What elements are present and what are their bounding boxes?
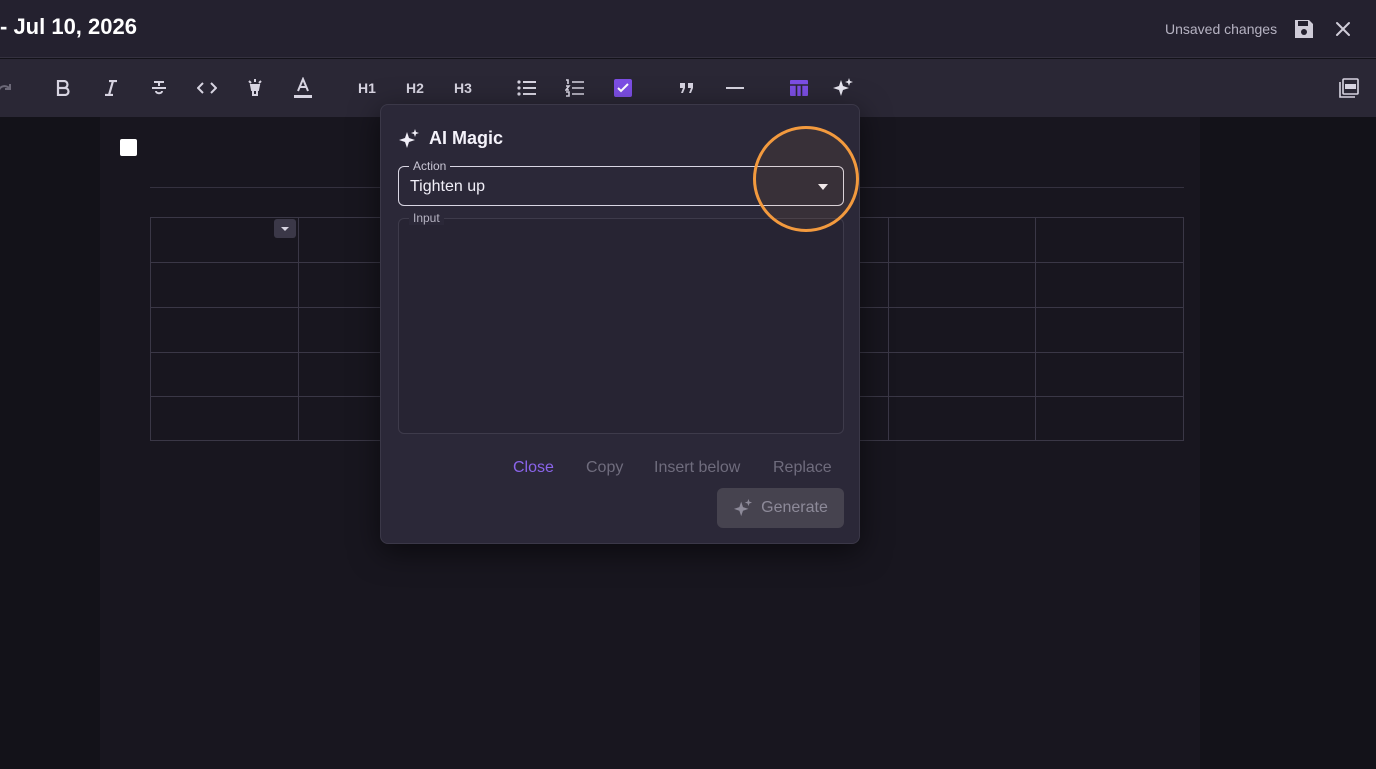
horizontal-rule-icon[interactable] xyxy=(722,75,748,101)
table-column-divider xyxy=(298,218,299,440)
redo-icon[interactable] xyxy=(0,75,18,101)
cell-menu-button[interactable] xyxy=(274,219,296,238)
unsaved-status: Unsaved changes xyxy=(1165,21,1278,37)
input-textarea[interactable]: Input xyxy=(398,211,844,434)
copy-button[interactable]: Copy xyxy=(586,459,623,477)
generate-button[interactable]: Generate xyxy=(717,488,844,528)
heading-1-button[interactable]: H1 xyxy=(354,75,380,101)
page-title: - Jul 10, 2026 xyxy=(0,14,137,39)
action-value: Tighten up xyxy=(410,178,486,195)
task-checkbox[interactable] xyxy=(120,139,137,156)
close-button[interactable]: Close xyxy=(513,459,554,477)
bold-icon[interactable] xyxy=(50,75,76,101)
chevron-down-icon xyxy=(281,226,289,231)
sparkles-icon xyxy=(734,498,753,517)
italic-icon[interactable] xyxy=(98,75,124,101)
click-highlight xyxy=(753,126,859,232)
highlight-icon[interactable] xyxy=(242,75,268,101)
ai-magic-icon[interactable] xyxy=(830,75,856,101)
bullet-list-icon[interactable] xyxy=(514,75,540,101)
numbered-list-icon[interactable] xyxy=(562,75,588,101)
table-icon[interactable] xyxy=(786,75,812,101)
input-label: Input xyxy=(409,211,444,225)
code-icon[interactable] xyxy=(194,75,220,101)
generate-label: Generate xyxy=(761,499,828,516)
quote-icon[interactable] xyxy=(674,75,700,101)
table-column-divider xyxy=(888,218,889,440)
checklist-icon[interactable] xyxy=(610,75,636,101)
action-label: Action xyxy=(409,159,451,173)
close-icon[interactable] xyxy=(1333,19,1353,39)
heading-3-button[interactable]: H3 xyxy=(450,75,476,101)
sparkles-icon xyxy=(398,128,420,150)
heading-2-button[interactable]: H2 xyxy=(402,75,428,101)
save-icon[interactable] xyxy=(1292,17,1316,41)
strikethrough-icon[interactable] xyxy=(146,75,172,101)
top-bar: - Jul 10, 2026 Unsaved changes xyxy=(0,0,1376,58)
dialog-title: AI Magic xyxy=(429,128,504,148)
text-color-icon[interactable] xyxy=(290,75,316,101)
table-column-divider xyxy=(1035,218,1036,440)
insert-below-button[interactable]: Insert below xyxy=(654,459,740,477)
replace-button[interactable]: Replace xyxy=(773,459,832,477)
export-pdf-icon[interactable] xyxy=(1336,75,1362,101)
